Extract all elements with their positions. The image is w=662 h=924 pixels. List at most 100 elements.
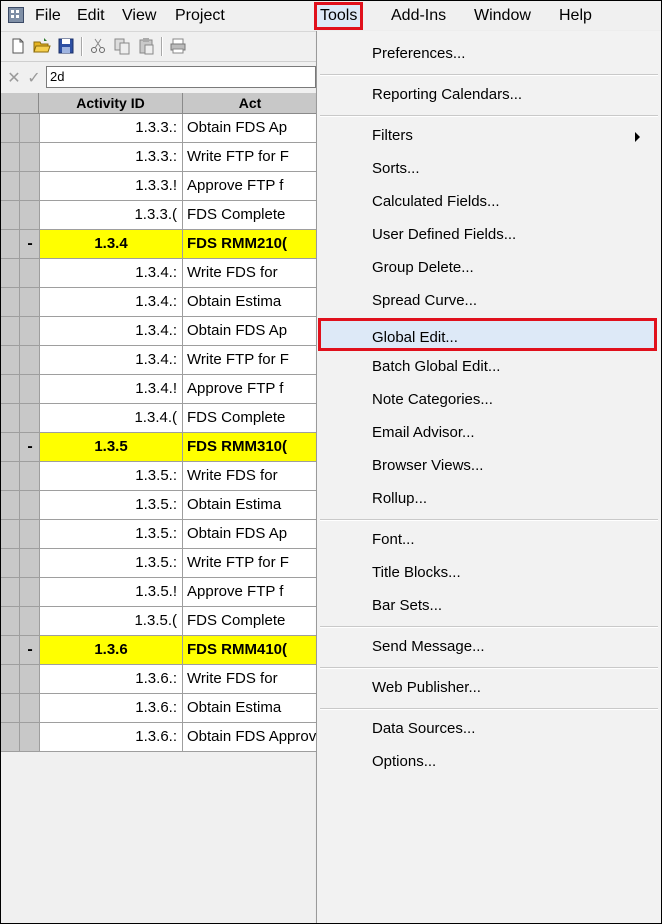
row-selector[interactable] [1, 607, 39, 635]
paste-icon[interactable] [137, 37, 155, 55]
copy-icon[interactable] [113, 37, 131, 55]
table-row[interactable]: 1.3.6.: Obtain Estima [1, 694, 317, 723]
row-selector[interactable] [1, 143, 39, 171]
table-row[interactable]: 1.3.4.: Write FDS for [1, 259, 317, 288]
row-selector[interactable]: - [1, 433, 39, 461]
row-selector[interactable] [1, 462, 39, 490]
table-row[interactable]: 1.3.4.! Approve FTP f [1, 375, 317, 404]
cut-icon[interactable] [89, 37, 107, 55]
table-row[interactable]: 1.3.3.: Obtain FDS Ap [1, 114, 317, 143]
row-selector[interactable] [1, 259, 39, 287]
menu-item-reporting-calendars[interactable]: Reporting Calendars... [317, 79, 661, 111]
activity-id-cell[interactable]: 1.3.4.( [39, 404, 183, 432]
wbs-row[interactable]: -1.3.5 FDS RMM310( [1, 433, 317, 462]
table-row[interactable]: 1.3.5.: Obtain Estima [1, 491, 317, 520]
activity-id-cell[interactable]: 1.3.3.( [39, 201, 183, 229]
activity-id-cell[interactable]: 1.3.4.: [39, 259, 183, 287]
row-selector[interactable] [1, 723, 39, 751]
menu-item-group-delete[interactable]: Group Delete... [317, 252, 661, 284]
menu-help[interactable]: Help [555, 5, 596, 27]
activity-id-cell[interactable]: 1.3.5.! [39, 578, 183, 606]
row-selector[interactable] [1, 520, 39, 548]
table-row[interactable]: 1.3.6.: Write FDS for [1, 665, 317, 694]
save-icon[interactable] [57, 37, 75, 55]
menu-item-rollup[interactable]: Rollup... [317, 483, 661, 515]
cancel-edit-icon[interactable]: ✕ [5, 70, 23, 88]
activity-id-cell[interactable]: 1.3.4.: [39, 288, 183, 316]
row-selector[interactable] [1, 317, 39, 345]
table-row[interactable]: 1.3.3.! Approve FTP f [1, 172, 317, 201]
new-document-icon[interactable] [9, 37, 27, 55]
activity-id-cell[interactable]: 1.3.6.: [39, 723, 183, 751]
activity-name-cell[interactable]: Obtain Estima [183, 491, 317, 519]
menu-item-global-edit[interactable]: Global Edit... [318, 318, 657, 351]
activity-name-cell[interactable]: Obtain FDS Ap [183, 520, 317, 548]
collapse-toggle[interactable]: - [21, 636, 39, 664]
table-row[interactable]: 1.3.4.: Write FTP for F [1, 346, 317, 375]
activity-id-cell[interactable]: 1.3.6 [39, 636, 183, 664]
collapse-toggle[interactable]: - [21, 433, 39, 461]
activity-name-cell[interactable]: Write FTP for F [183, 346, 317, 374]
menu-add-ins[interactable]: Add-Ins [387, 5, 450, 27]
menu-item-calculated-fields[interactable]: Calculated Fields... [317, 186, 661, 218]
activity-id-cell[interactable]: 1.3.5.: [39, 491, 183, 519]
column-header-activity-name[interactable]: Act [183, 93, 317, 113]
menu-item-user-defined-fields[interactable]: User Defined Fields... [317, 219, 661, 251]
activity-id-cell[interactable]: 1.3.3.! [39, 172, 183, 200]
menu-item-spread-curve[interactable]: Spread Curve... [317, 285, 661, 317]
menu-item-batch-global-edit[interactable]: Batch Global Edit... [317, 351, 661, 383]
activity-name-cell[interactable]: FDS Complete [183, 201, 317, 229]
table-row[interactable]: 1.3.5.(FDS Complete [1, 607, 317, 636]
activity-id-cell[interactable]: 1.3.5.: [39, 520, 183, 548]
menu-item-bar-sets[interactable]: Bar Sets... [317, 590, 661, 622]
table-row[interactable]: 1.3.6.:Obtain FDS Approval for FDS RMM41… [1, 723, 317, 752]
wbs-row[interactable]: -1.3.4 FDS RMM210( [1, 230, 317, 259]
collapse-toggle[interactable]: - [21, 230, 39, 258]
activity-name-cell[interactable]: Obtain FDS Approval for FDS RMM4100 [183, 723, 317, 751]
row-selector[interactable]: - [1, 230, 39, 258]
activity-name-cell[interactable]: Obtain FDS Ap [183, 114, 317, 142]
table-row[interactable]: 1.3.5.! Approve FTP f [1, 578, 317, 607]
menu-item-sorts[interactable]: Sorts... [317, 153, 661, 185]
table-row[interactable]: 1.3.4.: Obtain Estima [1, 288, 317, 317]
activity-name-cell[interactable]: Write FDS for [183, 665, 317, 693]
activity-name-cell[interactable]: Obtain Estima [183, 694, 317, 722]
accept-edit-icon[interactable]: ✓ [25, 70, 43, 88]
activity-name-cell[interactable]: Approve FTP f [183, 172, 317, 200]
menu-item-filters[interactable]: Filters [317, 120, 661, 152]
menu-item-title-blocks[interactable]: Title Blocks... [317, 557, 661, 589]
row-selector[interactable] [1, 404, 39, 432]
table-row[interactable]: 1.3.5.: Obtain FDS Ap [1, 520, 317, 549]
menu-edit[interactable]: Edit [73, 5, 109, 27]
activity-id-cell[interactable]: 1.3.5.: [39, 549, 183, 577]
table-row[interactable]: 1.3.5.: Write FTP for F [1, 549, 317, 578]
activity-name-cell[interactable]: Write FDS for [183, 462, 317, 490]
activity-name-cell[interactable]: FDS Complete [183, 404, 317, 432]
app-grid-icon[interactable] [8, 7, 24, 23]
activity-id-cell[interactable]: 1.3.4.! [39, 375, 183, 403]
row-selector[interactable] [1, 288, 39, 316]
table-row[interactable]: 1.3.3.(FDS Complete [1, 201, 317, 230]
activity-id-cell[interactable]: 1.3.5.: [39, 462, 183, 490]
activity-id-cell[interactable]: 1.3.4.: [39, 346, 183, 374]
activity-id-cell[interactable]: 1.3.3.: [39, 114, 183, 142]
table-row[interactable]: 1.3.5.: Write FDS for [1, 462, 317, 491]
activity-id-cell[interactable]: 1.3.5 [39, 433, 183, 461]
activity-name-cell[interactable]: FDS RMM210( [183, 230, 317, 258]
activity-id-cell[interactable]: 1.3.4 [39, 230, 183, 258]
row-selector[interactable] [1, 346, 39, 374]
row-selector[interactable] [1, 172, 39, 200]
menu-project[interactable]: Project [171, 5, 229, 27]
activity-name-cell[interactable]: Write FTP for F [183, 549, 317, 577]
menu-view[interactable]: View [118, 5, 160, 27]
table-row[interactable]: 1.3.3.: Write FTP for F [1, 143, 317, 172]
row-selector[interactable] [1, 375, 39, 403]
activity-id-cell[interactable]: 1.3.4.: [39, 317, 183, 345]
open-folder-icon[interactable] [33, 37, 51, 55]
menu-item-options[interactable]: Options... [317, 746, 661, 778]
table-row[interactable]: 1.3.4.: Obtain FDS Ap [1, 317, 317, 346]
activity-name-cell[interactable]: FDS Complete [183, 607, 317, 635]
activity-name-cell[interactable]: FDS RMM310( [183, 433, 317, 461]
row-selector[interactable] [1, 201, 39, 229]
row-selector[interactable] [1, 114, 39, 142]
